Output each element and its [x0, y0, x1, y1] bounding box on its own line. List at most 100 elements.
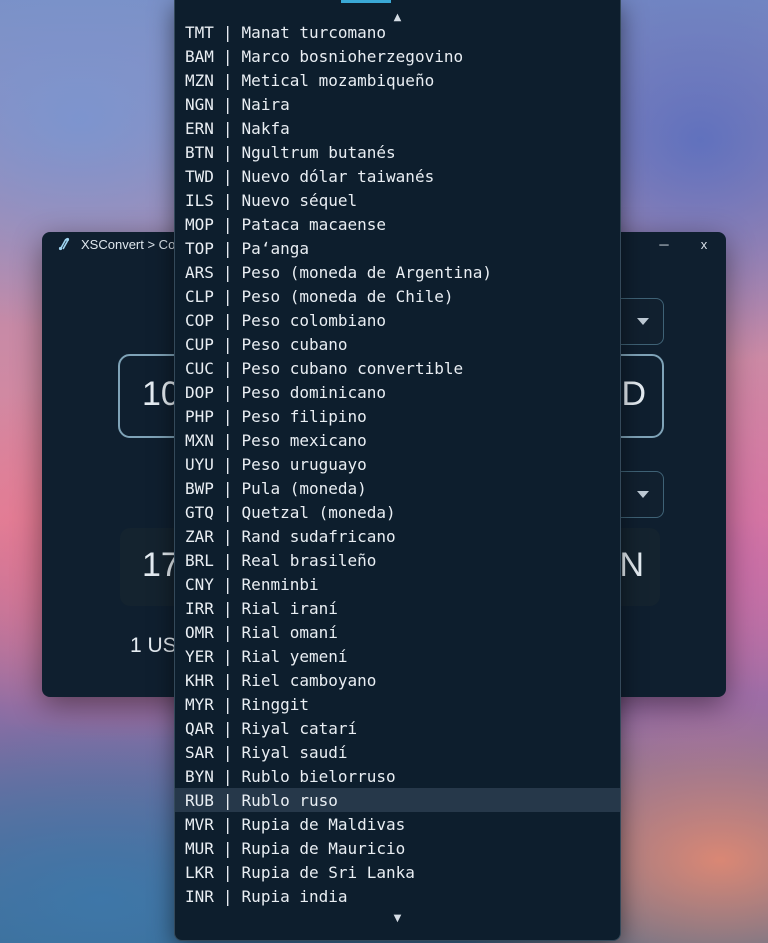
- currency-code: BTN: [185, 142, 214, 162]
- currency-name: Nuevo séquel: [241, 190, 358, 210]
- currency-name: Rupia de Maldivas: [241, 814, 406, 834]
- currency-option-gtq[interactable]: GTQ | Quetzal (moneda): [175, 500, 620, 524]
- currency-name: Nakfa: [241, 118, 290, 138]
- separator: |: [222, 262, 233, 282]
- currency-code: INR: [185, 886, 214, 906]
- currency-code: LKR: [185, 862, 214, 882]
- currency-name: Renminbi: [241, 574, 319, 594]
- currency-option-irr[interactable]: IRR | Rial iraní: [175, 596, 620, 620]
- currency-code: IRR: [185, 598, 214, 618]
- currency-code: TWD: [185, 166, 214, 186]
- exchange-rate-text: 1 US: [130, 634, 177, 657]
- currency-option-bam[interactable]: BAM | Marco bosnioherzegovino: [175, 44, 620, 68]
- currency-code: YER: [185, 646, 214, 666]
- currency-code: KHR: [185, 670, 214, 690]
- currency-name: Rial yemení: [241, 646, 348, 666]
- separator: |: [222, 550, 233, 570]
- chevron-down-icon: [637, 490, 649, 498]
- currency-option-cny[interactable]: CNY | Renminbi: [175, 572, 620, 596]
- currency-name: Peso uruguayo: [241, 454, 367, 474]
- currency-option-sar[interactable]: SAR | Riyal saudí: [175, 740, 620, 764]
- currency-option-myr[interactable]: MYR | Ringgit: [175, 692, 620, 716]
- currency-code: BYN: [185, 766, 214, 786]
- currency-option-ern[interactable]: ERN | Nakfa: [175, 116, 620, 140]
- currency-name: Peso dominicano: [241, 382, 387, 402]
- currency-code: BWP: [185, 478, 214, 498]
- currency-name: Peso (moneda de Argentina): [241, 262, 492, 282]
- separator: |: [222, 22, 233, 42]
- currency-option-bwp[interactable]: BWP | Pula (moneda): [175, 476, 620, 500]
- currency-option-inr[interactable]: INR | Rupia india: [175, 884, 620, 908]
- currency-code: NGN: [185, 94, 214, 114]
- separator: |: [222, 310, 233, 330]
- currency-option-top[interactable]: TOP | Paʻanga: [175, 236, 620, 260]
- currency-option-yer[interactable]: YER | Rial yemení: [175, 644, 620, 668]
- currency-option-ngn[interactable]: NGN | Naira: [175, 92, 620, 116]
- currency-option-rub[interactable]: RUB | Rublo ruso: [175, 788, 620, 812]
- currency-option-lkr[interactable]: LKR | Rupia de Sri Lanka: [175, 860, 620, 884]
- currency-option-mzn[interactable]: MZN | Metical mozambiqueño: [175, 68, 620, 92]
- currency-option-php[interactable]: PHP | Peso filipino: [175, 404, 620, 428]
- currency-name: Peso (moneda de Chile): [241, 286, 454, 306]
- currency-code: MXN: [185, 430, 214, 450]
- currency-option-mvr[interactable]: MVR | Rupia de Maldivas: [175, 812, 620, 836]
- window-title: XSConvert > Co: [81, 236, 176, 252]
- currency-option-mur[interactable]: MUR | Rupia de Mauricio: [175, 836, 620, 860]
- separator: |: [222, 238, 233, 258]
- currency-option-qar[interactable]: QAR | Riyal catarí: [175, 716, 620, 740]
- currency-option-cup[interactable]: CUP | Peso cubano: [175, 332, 620, 356]
- separator: |: [222, 838, 233, 858]
- chevron-down-icon: [637, 317, 649, 325]
- currency-name: Peso colombiano: [241, 310, 387, 330]
- currency-name: Rublo bielorruso: [241, 766, 396, 786]
- currency-option-ars[interactable]: ARS | Peso (moneda de Argentina): [175, 260, 620, 284]
- scroll-down-icon[interactable]: ▼: [175, 913, 620, 924]
- currency-option-clp[interactable]: CLP | Peso (moneda de Chile): [175, 284, 620, 308]
- currency-name: Peso cubano: [241, 334, 348, 354]
- currency-option-cuc[interactable]: CUC | Peso cubano convertible: [175, 356, 620, 380]
- separator: |: [222, 142, 233, 162]
- separator: |: [222, 598, 233, 618]
- separator: |: [222, 406, 233, 426]
- separator: |: [222, 70, 233, 90]
- separator: |: [222, 694, 233, 714]
- currency-option-uyu[interactable]: UYU | Peso uruguayo: [175, 452, 620, 476]
- currency-name: Rupia india: [241, 886, 348, 906]
- currency-option-mxn[interactable]: MXN | Peso mexicano: [175, 428, 620, 452]
- currency-option-twd[interactable]: TWD | Nuevo dólar taiwanés: [175, 164, 620, 188]
- separator: |: [222, 118, 233, 138]
- currency-option-omr[interactable]: OMR | Rial omaní: [175, 620, 620, 644]
- separator: |: [222, 862, 233, 882]
- currency-option-dop[interactable]: DOP | Peso dominicano: [175, 380, 620, 404]
- currency-option-byn[interactable]: BYN | Rublo bielorruso: [175, 764, 620, 788]
- separator: |: [222, 166, 233, 186]
- currency-code: ARS: [185, 262, 214, 282]
- currency-option-ils[interactable]: ILS | Nuevo séquel: [175, 188, 620, 212]
- separator: |: [222, 214, 233, 234]
- currency-option-cop[interactable]: COP | Peso colombiano: [175, 308, 620, 332]
- from-currency-code: D: [621, 375, 646, 413]
- separator: |: [222, 46, 233, 66]
- separator: |: [222, 286, 233, 306]
- currency-option-tmt[interactable]: TMT | Manat turcomano: [175, 20, 620, 44]
- to-currency-code: N: [619, 546, 644, 584]
- currency-option-zar[interactable]: ZAR | Rand sudafricano: [175, 524, 620, 548]
- separator: |: [222, 790, 233, 810]
- close-button[interactable]: x: [684, 232, 724, 256]
- currency-name: Metical mozambiqueño: [241, 70, 435, 90]
- currency-name: Rial iraní: [241, 598, 338, 618]
- currency-code: PHP: [185, 406, 214, 426]
- currency-dropdown-list[interactable]: ▲ TMT | Manat turcomano BAM | Marco bosnioher…: [174, 0, 621, 941]
- currency-option-btn[interactable]: BTN | Ngultrum butanés: [175, 140, 620, 164]
- currency-option-mop[interactable]: MOP | Pataca macaense: [175, 212, 620, 236]
- currency-code: BRL: [185, 550, 214, 570]
- currency-option-khr[interactable]: KHR | Riel camboyano: [175, 668, 620, 692]
- currency-code: GTQ: [185, 502, 214, 522]
- currency-option-brl[interactable]: BRL | Real brasileño: [175, 548, 620, 572]
- currency-code: UYU: [185, 454, 214, 474]
- currency-code: CLP: [185, 286, 214, 306]
- currency-name: Real brasileño: [241, 550, 377, 570]
- separator: |: [222, 430, 233, 450]
- currency-name: Rial omaní: [241, 622, 338, 642]
- minimize-button[interactable]: ─: [644, 232, 684, 256]
